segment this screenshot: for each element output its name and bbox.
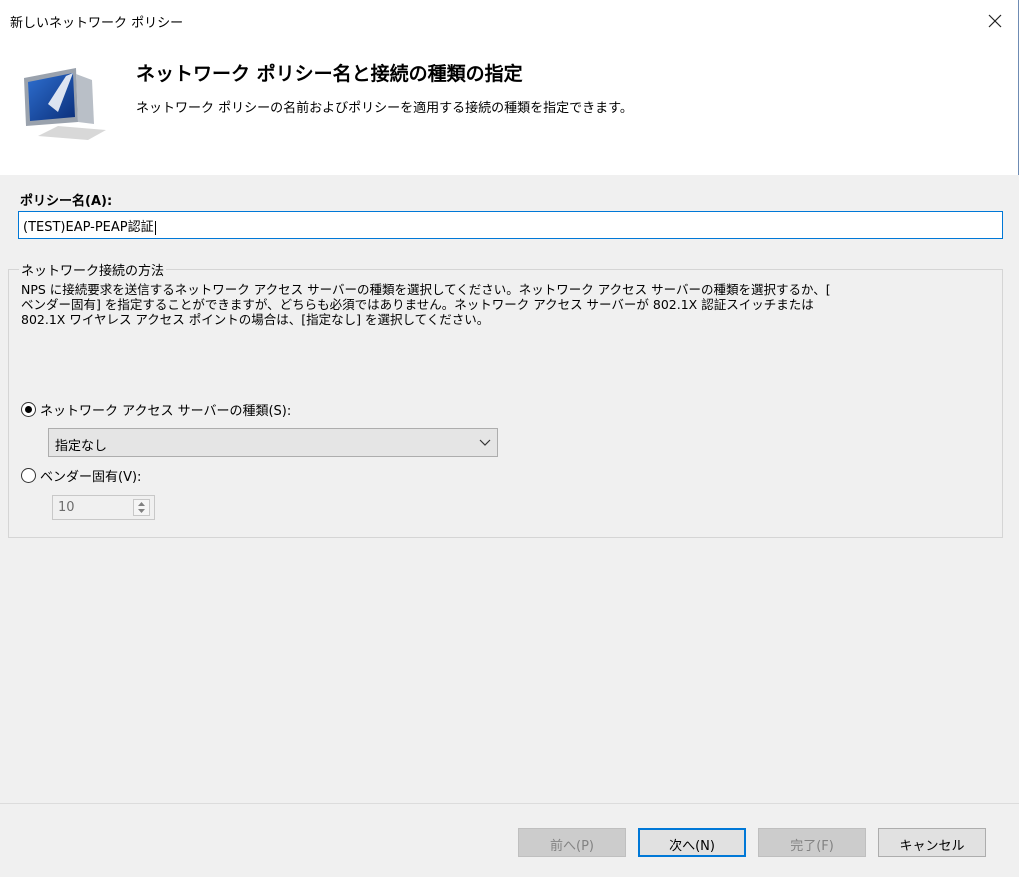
vendor-specific-label: ベンダー固有(V): (40, 470, 142, 485)
radio-access-server-type[interactable]: ネットワーク アクセス サーバーの種類(S): (21, 400, 291, 419)
text-caret (154, 220, 156, 235)
radio-button-unchecked[interactable] (21, 468, 36, 483)
connection-method-description: NPS に接続要求を送信するネットワーク アクセス サーバーの種類を選択してくだ… (21, 282, 831, 327)
back-button[interactable]: 前へ(P) (518, 828, 626, 857)
policy-name-value: (TEST)EAP-PEAP認証 (23, 220, 154, 235)
radio-button-checked[interactable] (21, 402, 36, 417)
wizard-footer: 前へ(P) 次へ(N) 完了(F) キャンセル (0, 803, 1019, 877)
window-title: 新しいネットワーク ポリシー (10, 16, 184, 31)
access-server-type-value: 指定なし (55, 439, 108, 454)
next-button[interactable]: 次へ(N) (638, 828, 746, 857)
close-button[interactable] (980, 6, 1010, 36)
vendor-code-stepper[interactable]: 10 (52, 495, 155, 520)
access-server-type-select[interactable]: 指定なし (48, 428, 498, 457)
page-subtitle: ネットワーク ポリシーの名前およびポリシーを適用する接続の種類を指定できます。 (136, 101, 633, 116)
page-title: ネットワーク ポリシー名と接続の種類の指定 (136, 63, 523, 85)
connection-method-group: ネットワーク接続の方法 NPS に接続要求を送信するネットワーク アクセス サー… (8, 260, 1003, 538)
title-bar: 新しいネットワーク ポリシー (0, 0, 1019, 44)
access-server-type-label: ネットワーク アクセス サーバーの種類(S): (40, 404, 292, 419)
connection-method-legend: ネットワーク接続の方法 (19, 260, 167, 279)
wizard-header: ネットワーク ポリシー名と接続の種類の指定 ネットワーク ポリシーの名前およびポ… (0, 44, 1019, 175)
policy-name-input[interactable]: (TEST)EAP-PEAP認証 (18, 211, 1003, 239)
spin-arrows-icon (138, 502, 145, 513)
finish-button[interactable]: 完了(F) (758, 828, 866, 857)
vendor-code-value: 10 (58, 500, 75, 515)
monitor-icon (24, 68, 106, 140)
content-panel: ポリシー名(A): (TEST)EAP-PEAP認証 ネットワーク接続の方法 N… (0, 175, 1019, 800)
policy-name-label: ポリシー名(A): (20, 194, 113, 209)
radio-vendor-specific[interactable]: ベンダー固有(V): (21, 466, 141, 485)
close-icon[interactable] (980, 6, 1010, 36)
cancel-button[interactable]: キャンセル (878, 828, 986, 857)
stepper-buttons[interactable] (133, 499, 150, 516)
chevron-down-icon (479, 439, 491, 446)
